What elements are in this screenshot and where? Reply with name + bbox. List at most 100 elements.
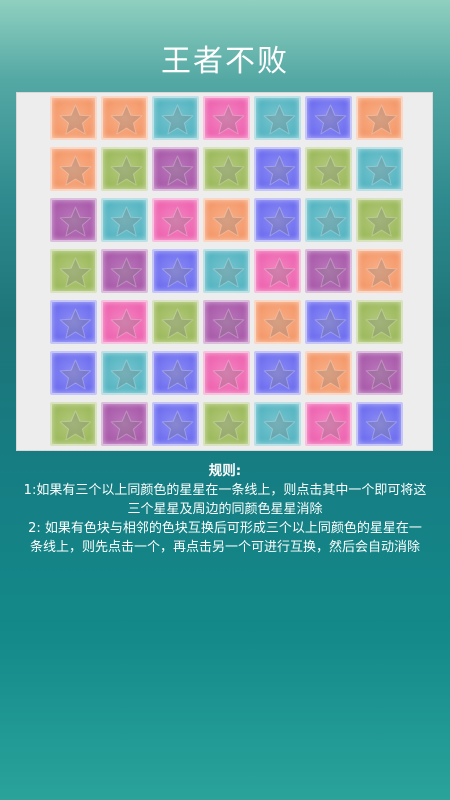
star-icon [110, 410, 143, 441]
star-icon [263, 308, 296, 339]
tile-orange[interactable] [356, 96, 403, 140]
star-icon [110, 257, 143, 288]
tile-blue[interactable] [305, 300, 352, 344]
tile-orange[interactable] [305, 351, 352, 395]
tile-teal[interactable] [101, 351, 148, 395]
tile-teal[interactable] [254, 96, 301, 140]
star-icon [59, 257, 92, 288]
tile-purple[interactable] [305, 249, 352, 293]
tile-teal[interactable] [203, 249, 250, 293]
tile-blue[interactable] [50, 351, 97, 395]
tile-blue[interactable] [50, 300, 97, 344]
tile-green[interactable] [152, 300, 199, 344]
tile-blue[interactable] [152, 402, 199, 446]
star-icon [212, 257, 245, 288]
star-icon [263, 206, 296, 237]
tile-teal[interactable] [356, 147, 403, 191]
star-icon [161, 155, 194, 186]
star-icon [161, 359, 194, 390]
star-icon [212, 155, 245, 186]
tile-teal[interactable] [254, 402, 301, 446]
star-icon [263, 410, 296, 441]
star-icon [263, 257, 296, 288]
rule-1-line-1: 1:如果有三个以上同颜色的星星在一条线上，则点击其中一个即可将这 [23, 483, 427, 498]
tile-orange[interactable] [356, 249, 403, 293]
tile-green[interactable] [203, 147, 250, 191]
star-icon [59, 308, 92, 339]
tile-teal[interactable] [152, 96, 199, 140]
tile-green[interactable] [101, 147, 148, 191]
star-icon [365, 206, 398, 237]
tile-purple[interactable] [101, 249, 148, 293]
star-icon [314, 308, 347, 339]
star-icon [314, 410, 347, 441]
tile-pink[interactable] [203, 351, 250, 395]
star-icon [263, 155, 296, 186]
star-icon [59, 155, 92, 186]
star-icon [161, 308, 194, 339]
star-icon [314, 104, 347, 135]
star-icon [110, 206, 143, 237]
star-icon [263, 104, 296, 135]
tile-blue[interactable] [254, 147, 301, 191]
star-icon [365, 410, 398, 441]
rule-1-line-2: 三个星星及周边的同颜色星星消除 [127, 502, 323, 517]
tile-purple[interactable] [50, 198, 97, 242]
tile-orange[interactable] [254, 300, 301, 344]
tile-blue[interactable] [152, 249, 199, 293]
tile-green[interactable] [203, 402, 250, 446]
tile-pink[interactable] [305, 402, 352, 446]
tile-teal[interactable] [305, 198, 352, 242]
star-icon [212, 104, 245, 135]
rule-2-line-1: 2: 如果有色块与相邻的色块互换后可形成三个以上同颜色的星星在一 [28, 521, 422, 536]
tile-pink[interactable] [203, 96, 250, 140]
tile-purple[interactable] [203, 300, 250, 344]
tile-blue[interactable] [305, 96, 352, 140]
star-icon [161, 410, 194, 441]
star-icon [212, 410, 245, 441]
tile-orange[interactable] [101, 96, 148, 140]
star-icon [59, 104, 92, 135]
game-board [17, 93, 432, 450]
tile-blue[interactable] [254, 351, 301, 395]
tile-green[interactable] [50, 402, 97, 446]
tile-teal[interactable] [101, 198, 148, 242]
page-title: 王者不败 [161, 44, 289, 79]
tile-pink[interactable] [254, 249, 301, 293]
star-icon [314, 206, 347, 237]
rules-heading: 规则: [208, 463, 242, 479]
star-icon [365, 359, 398, 390]
tile-pink[interactable] [152, 198, 199, 242]
star-icon [110, 155, 143, 186]
tile-green[interactable] [50, 249, 97, 293]
tile-pink[interactable] [101, 300, 148, 344]
star-icon [110, 104, 143, 135]
star-icon [59, 206, 92, 237]
tile-green[interactable] [356, 198, 403, 242]
tile-blue[interactable] [152, 351, 199, 395]
star-icon [110, 308, 143, 339]
tile-purple[interactable] [152, 147, 199, 191]
star-icon [263, 359, 296, 390]
star-icon [314, 155, 347, 186]
tile-purple[interactable] [356, 351, 403, 395]
star-icon [365, 257, 398, 288]
tile-purple[interactable] [101, 402, 148, 446]
tile-green[interactable] [305, 147, 352, 191]
star-icon [161, 104, 194, 135]
tile-green[interactable] [356, 300, 403, 344]
star-icon [314, 257, 347, 288]
star-icon [110, 359, 143, 390]
tile-orange[interactable] [50, 96, 97, 140]
star-icon [365, 155, 398, 186]
star-icon [212, 308, 245, 339]
tile-orange[interactable] [50, 147, 97, 191]
tile-orange[interactable] [203, 198, 250, 242]
star-icon [212, 206, 245, 237]
tile-blue[interactable] [356, 402, 403, 446]
star-icon [365, 104, 398, 135]
star-icon [161, 206, 194, 237]
tile-blue[interactable] [254, 198, 301, 242]
star-icon [59, 359, 92, 390]
star-icon [161, 257, 194, 288]
